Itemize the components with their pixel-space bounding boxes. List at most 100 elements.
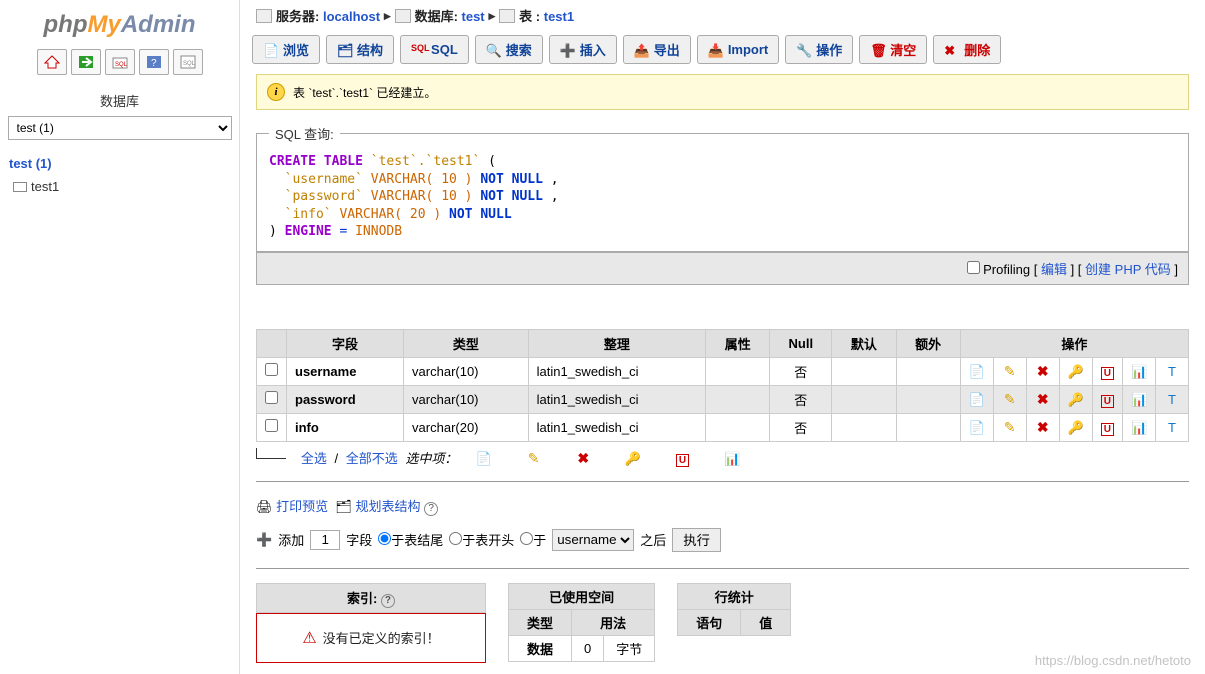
- svg-text:?: ?: [151, 58, 157, 69]
- at-begin-radio[interactable]: [449, 532, 462, 545]
- drop-icon[interactable]: ✖: [1035, 419, 1051, 433]
- drop-icon[interactable]: ✖: [1035, 391, 1051, 405]
- create-php-link[interactable]: 创建 PHP 代码: [1085, 262, 1171, 277]
- warning-icon: ⚠: [302, 630, 316, 647]
- tab-browse[interactable]: 📄浏览: [252, 35, 320, 64]
- svg-text:SQL: SQL: [183, 61, 196, 67]
- browse-icon[interactable]: 📄: [969, 364, 985, 378]
- breadcrumb-db[interactable]: test: [462, 9, 485, 24]
- table-row: username varchar(10) latin1_swedish_ci 否…: [257, 357, 1189, 385]
- help-icon[interactable]: ?: [139, 49, 169, 75]
- indexes-title: 索引: ?: [256, 583, 486, 613]
- unselect-all-link[interactable]: 全部不选: [346, 451, 398, 466]
- unique-icon[interactable]: U: [1101, 423, 1114, 436]
- profiling-checkbox[interactable]: [967, 261, 980, 274]
- primary-icon[interactable]: 🔑: [1068, 364, 1084, 378]
- select-all-link[interactable]: 全选: [301, 451, 327, 466]
- primary-icon[interactable]: 🔑: [1068, 392, 1084, 406]
- index-icon[interactable]: 📊: [1131, 392, 1147, 406]
- success-message: i 表 `test`.`test1` 已经建立。: [256, 74, 1189, 110]
- breadcrumb-table[interactable]: test1: [544, 9, 574, 24]
- with-selected-row: 全选 / 全部不选 选中项： 📄 ✎ ✖ 🔑 U 📊: [256, 442, 1189, 477]
- no-index-warning: ⚠没有已定义的索引！: [256, 613, 486, 663]
- table-icon: [13, 182, 27, 192]
- fulltext-icon[interactable]: T: [1164, 420, 1180, 434]
- row-checkbox[interactable]: [265, 419, 278, 432]
- table-row: info varchar(20) latin1_swedish_ci 否 📄 ✎…: [257, 413, 1189, 441]
- after-radio[interactable]: [520, 532, 533, 545]
- table-row: password varchar(10) latin1_swedish_ci 否…: [257, 385, 1189, 413]
- table-list-item[interactable]: test1: [3, 175, 236, 198]
- watermark: https://blog.csdn.net/hetoto: [1035, 653, 1191, 668]
- fulltext-icon[interactable]: T: [1164, 364, 1180, 378]
- unique-icon[interactable]: U: [1101, 367, 1114, 380]
- tabs: 📄浏览 🗂结构 SQLSQL 🔍搜索 ➕插入 📤导出 📥Import 🔧操作 🗑…: [240, 35, 1205, 74]
- primary-selected-icon[interactable]: 🔑: [624, 451, 642, 467]
- logo: phpMyAdmin: [3, 5, 236, 49]
- add-field-icon: ➕: [256, 532, 272, 548]
- sql-footer: Profiling [ 编辑 ] [ 创建 PHP 代码 ]: [256, 252, 1189, 285]
- tab-operations[interactable]: 🔧操作: [785, 35, 853, 64]
- add-fields-row: ➕添加 字段 于表结尾 于表开头 于 username 之后 执行: [256, 524, 1189, 564]
- home-icon[interactable]: [37, 49, 67, 75]
- database-label: 数据库: [3, 85, 236, 116]
- info-icon: i: [267, 83, 285, 101]
- print-icon: 🖨: [256, 499, 273, 514]
- after-field-select[interactable]: username: [552, 529, 634, 551]
- database-icon: [395, 9, 411, 23]
- unique-icon[interactable]: U: [1101, 395, 1114, 408]
- propose-structure-link[interactable]: 规划表结构: [356, 499, 421, 514]
- database-select[interactable]: test (1): [8, 116, 232, 140]
- tab-export[interactable]: 📤导出: [623, 35, 691, 64]
- tab-sql[interactable]: SQLSQL: [400, 35, 469, 64]
- edit-sql-link[interactable]: 编辑: [1041, 262, 1067, 277]
- propose-icon: 🗂: [335, 499, 352, 514]
- space-usage-table: 已使用空间 类型用法 数据0字节: [508, 583, 655, 662]
- tab-structure[interactable]: 🗂结构: [326, 35, 394, 64]
- index-icon[interactable]: 📊: [1131, 420, 1147, 434]
- svg-text:SQL: SQL: [115, 62, 128, 68]
- edit-icon[interactable]: ✎: [1002, 391, 1018, 405]
- go-button[interactable]: 执行: [672, 528, 721, 552]
- row-checkbox[interactable]: [265, 363, 278, 376]
- unique-selected-icon[interactable]: U: [676, 454, 689, 467]
- browse-icon[interactable]: 📄: [969, 392, 985, 406]
- fulltext-icon[interactable]: T: [1164, 392, 1180, 406]
- add-count-input[interactable]: [310, 530, 340, 550]
- browse-icon[interactable]: 📄: [969, 420, 985, 434]
- help-icon[interactable]: ?: [424, 502, 438, 516]
- table-icon: [499, 9, 515, 23]
- sql-icon[interactable]: SQL: [105, 49, 135, 75]
- drop-selected-icon[interactable]: ✖: [574, 450, 592, 467]
- breadcrumb: 服务器: localhost ▸ 数据库: test ▸ 表 : test1: [240, 0, 1205, 35]
- tab-empty[interactable]: 🗑清空: [859, 35, 927, 64]
- server-icon: [256, 9, 272, 23]
- sql-query-box: SQL 查询: CREATE TABLE `test`.`test1` ( `u…: [256, 124, 1189, 252]
- query-window-icon[interactable]: SQL: [173, 49, 203, 75]
- drop-icon[interactable]: ✖: [1035, 363, 1051, 377]
- tab-search[interactable]: 🔍搜索: [475, 35, 543, 64]
- help-icon[interactable]: ?: [381, 594, 395, 608]
- index-icon[interactable]: 📊: [1131, 364, 1147, 378]
- print-preview-link[interactable]: 打印预览: [276, 499, 328, 514]
- tab-insert[interactable]: ➕插入: [549, 35, 617, 64]
- sql-code: CREATE TABLE `test`.`test1` ( `username`…: [269, 151, 1176, 251]
- tab-import[interactable]: 📥Import: [697, 35, 779, 64]
- print-propose-row: 🖨 打印预览 🗂 规划表结构 ?: [256, 492, 1189, 524]
- current-database[interactable]: test (1): [3, 154, 236, 175]
- sql-legend: SQL 查询:: [269, 124, 340, 143]
- breadcrumb-server[interactable]: localhost: [323, 9, 380, 24]
- index-selected-icon[interactable]: 📊: [723, 451, 741, 467]
- row-stats-table: 行统计 语句值: [677, 583, 791, 636]
- exit-icon[interactable]: [71, 49, 101, 75]
- edit-icon[interactable]: ✎: [1002, 419, 1018, 433]
- edit-icon[interactable]: ✎: [1002, 363, 1018, 377]
- at-end-radio[interactable]: [378, 532, 391, 545]
- tab-drop[interactable]: ✖删除: [933, 35, 1001, 64]
- structure-table: 字段 类型 整理 属性 Null 默认 额外 操作 username varch…: [256, 329, 1189, 442]
- sidebar-icons: SQL ? SQL: [3, 49, 236, 85]
- row-checkbox[interactable]: [265, 391, 278, 404]
- browse-selected-icon[interactable]: 📄: [475, 451, 493, 467]
- edit-selected-icon[interactable]: ✎: [525, 450, 543, 467]
- primary-icon[interactable]: 🔑: [1068, 420, 1084, 434]
